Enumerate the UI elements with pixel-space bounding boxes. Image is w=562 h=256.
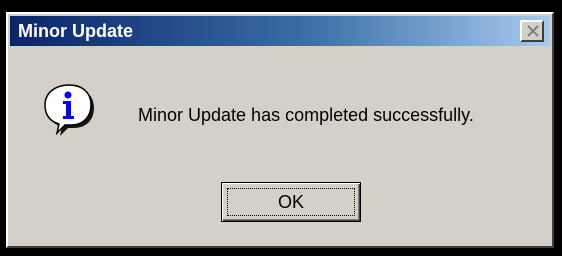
ok-button[interactable]: OK bbox=[221, 182, 361, 222]
dialog-message: Minor Update has completed successfully. bbox=[138, 105, 474, 125]
title-bar[interactable]: Minor Update bbox=[10, 16, 550, 46]
close-button[interactable] bbox=[520, 20, 544, 42]
ok-button-label: OK bbox=[227, 188, 355, 216]
info-icon bbox=[44, 84, 94, 136]
close-icon bbox=[527, 25, 539, 37]
message-dialog: Minor Update Minor Update has completed … bbox=[6, 12, 554, 248]
dialog-title: Minor Update bbox=[18, 21, 133, 41]
